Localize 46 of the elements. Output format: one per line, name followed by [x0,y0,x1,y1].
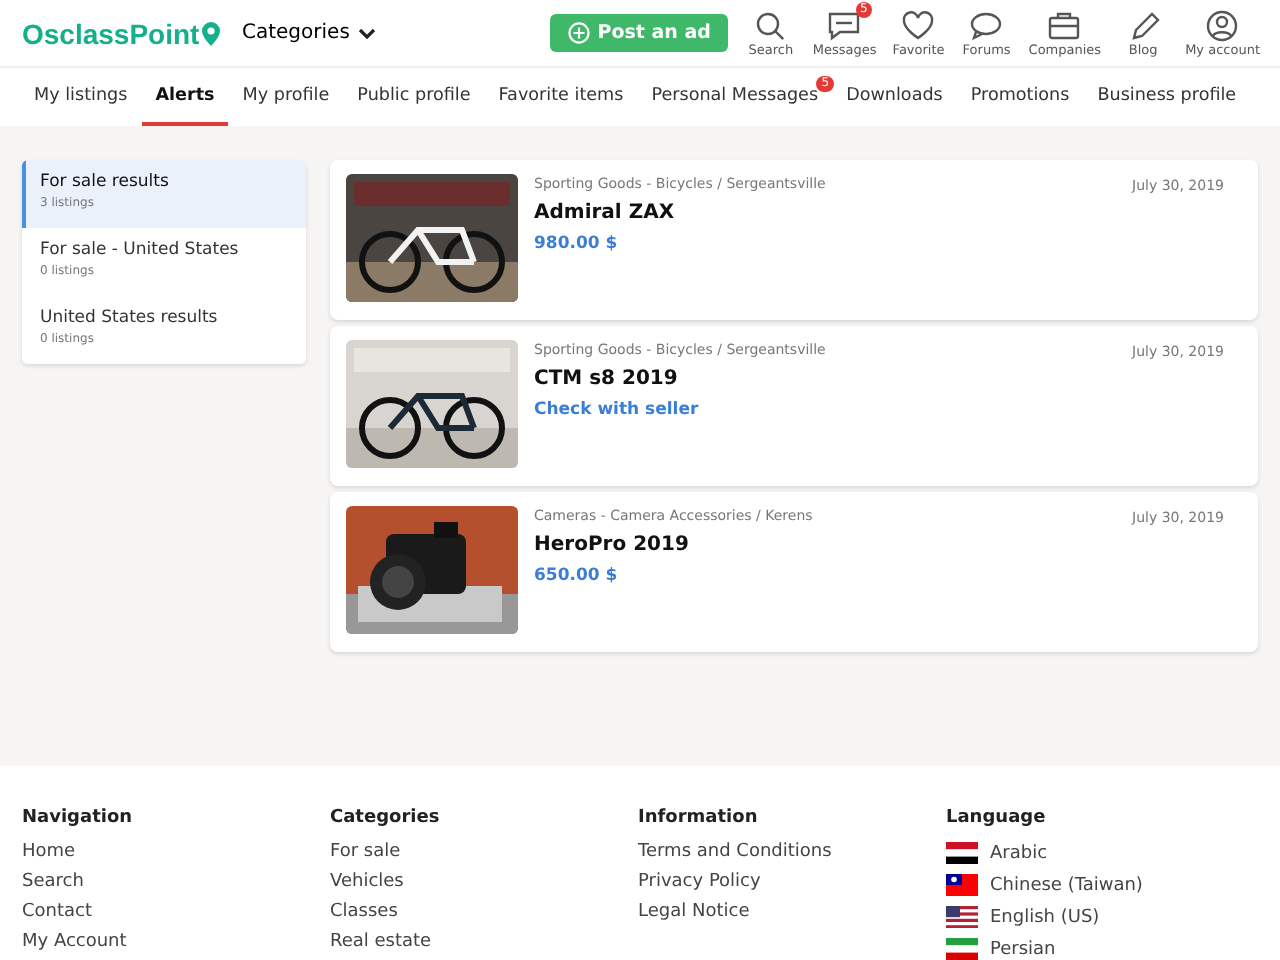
footer-link[interactable]: Home [22,842,330,862]
chevron-down-icon [357,27,376,39]
heart-icon [900,9,937,41]
tab[interactable]: My profile [228,68,344,126]
footer-link[interactable]: Privacy Policy [638,872,946,892]
footer-link[interactable]: For sale [330,842,638,862]
user-circle-icon [1204,9,1241,41]
footer-link[interactable]: Legal Notice [638,902,946,922]
footer-heading: Categories [330,808,442,828]
footer-link[interactable]: Terms and Conditions [638,842,946,862]
footer-heading: Information [638,808,760,828]
language-link[interactable]: Persian [946,938,1254,960]
search-icon [752,9,789,41]
language-link[interactable]: English (US) [946,906,1254,928]
briefcase-icon [1046,9,1083,41]
flag-icon [946,906,978,928]
footer-link[interactable]: Contact [22,902,330,922]
footer-link[interactable]: Search [22,872,330,892]
listing-price: 650.00 $ [534,566,620,586]
language-link[interactable]: Arabic [946,842,1254,864]
listing-title[interactable]: Admiral ZAX [534,202,1116,224]
listing-title[interactable]: HeroPro 2019 [534,534,1116,556]
tab[interactable]: Public profile [343,68,485,126]
footer-link[interactable]: Vehicles [330,872,638,892]
tab[interactable]: Promotions [956,68,1084,126]
categories-menu[interactable]: Categories [242,22,376,44]
footer-link[interactable]: Classes [330,902,638,922]
tab[interactable]: My listings [20,68,142,126]
flag-icon [946,874,978,896]
tab[interactable]: Alerts [141,68,229,126]
listing-price: 980.00 $ [534,234,620,254]
language-link[interactable]: Chinese (Taiwan) [946,874,1254,896]
listing-price: Check with seller [534,400,701,420]
flag-icon [946,842,978,864]
plus-circle-icon [567,22,590,44]
tab[interactable]: Favorite items [484,68,638,126]
tab[interactable]: Downloads [832,68,957,126]
footer-heading: Language [946,808,1048,828]
tab[interactable]: Business profile [1083,68,1251,126]
footer-heading: Navigation [22,808,135,828]
chat-icon [826,9,863,41]
speech-bubble-icon [968,9,1005,41]
listing-title[interactable]: CTM s8 2019 [534,368,1116,390]
footer-link[interactable]: My Account [22,932,330,952]
footer-link[interactable]: Real estate [330,932,638,952]
map-pin-icon [201,21,220,45]
